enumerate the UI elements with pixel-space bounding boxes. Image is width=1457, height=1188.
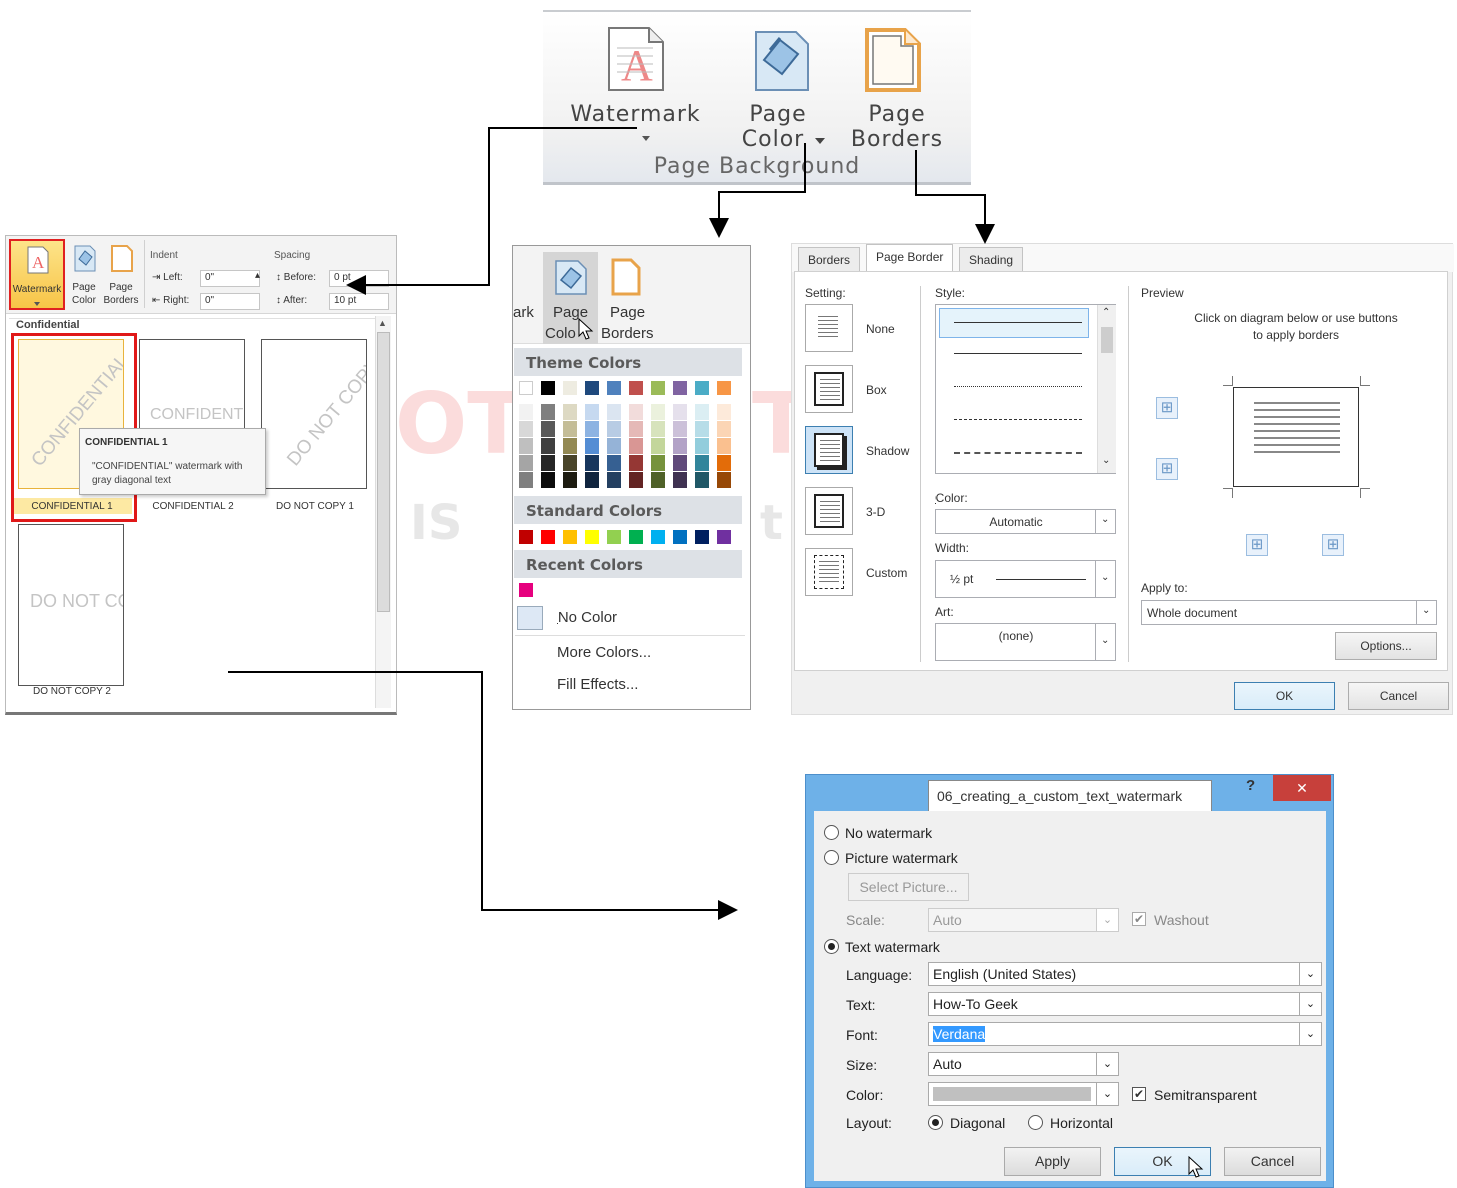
arrow-watermark-to-gallery: [346, 127, 637, 295]
arrow-pageborders-to-dialog: [915, 150, 995, 244]
connector-arrows: [228, 127, 995, 920]
arrow-pagecolor-to-panel: [709, 143, 806, 238]
arrow-gallery-to-custom: [228, 671, 738, 920]
